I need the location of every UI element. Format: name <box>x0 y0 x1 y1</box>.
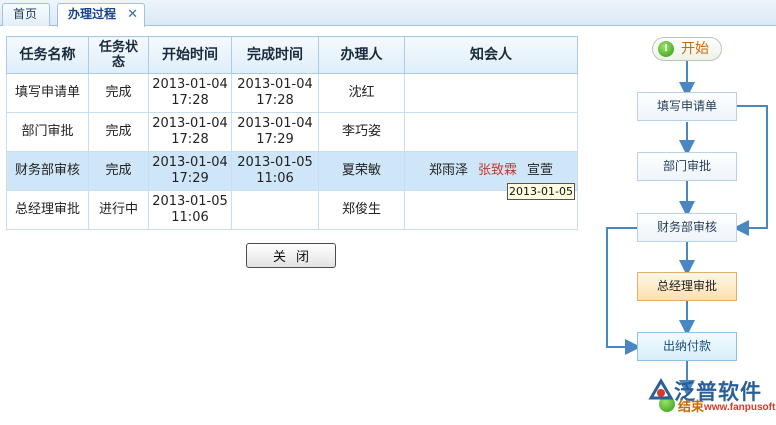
flow-node[interactable]: 部门审批 <box>637 152 737 181</box>
cell-start: 2013-01-04 17:28 <box>148 112 232 152</box>
watermark-logo: 泛普软件 结束 www.fanpusoft.com <box>644 374 776 422</box>
flow-node[interactable]: 填写申请单 <box>637 92 737 121</box>
tab-process[interactable]: 办理过程 ✕ <box>57 3 145 27</box>
cell-handler: 李巧姿 <box>318 112 405 152</box>
cc-person[interactable]: 宣萱 <box>527 163 553 178</box>
cell-task: 财务部审核 <box>6 151 89 191</box>
col-header-status: 任务状态 <box>88 36 149 74</box>
cell-start: 2013-01-05 11:06 <box>148 190 232 230</box>
tab-bar: 首页 办理过程 ✕ <box>0 0 776 27</box>
cell-cc <box>404 112 578 152</box>
cell-task: 总经理审批 <box>6 190 89 230</box>
close-button[interactable]: 关闭 <box>246 243 336 268</box>
flow-start: ! 开始 <box>652 37 722 61</box>
col-header-task: 任务名称 <box>6 36 89 74</box>
cell-handler: 沈红 <box>318 73 405 113</box>
close-icon[interactable]: ✕ <box>127 4 138 25</box>
cell-cc <box>404 73 578 113</box>
cell-status: 完成 <box>88 112 149 152</box>
tab-home-label: 首页 <box>13 7 38 21</box>
col-header-end: 完成时间 <box>231 36 319 74</box>
cell-task: 部门审批 <box>6 112 89 152</box>
table-header-row: 任务名称 任务状态 开始时间 完成时间 办理人 知会人 <box>6 36 578 74</box>
table-row[interactable]: 部门审批 完成 2013-01-04 17:28 2013-01-04 17:29 … <box>6 112 578 152</box>
cell-end <box>231 190 319 230</box>
table-row[interactable]: 填写申请单 完成 2013-01-04 17:28 2013-01-04 17:28… <box>6 73 578 113</box>
flow-node[interactable]: 出纳付款 <box>637 332 737 361</box>
col-header-start: 开始时间 <box>148 36 232 74</box>
cc-person[interactable]: 张致霖 <box>478 163 517 178</box>
tooltip: 2013-01-05 <box>507 183 575 200</box>
watermark-url: www.fanpusoft.com <box>704 402 776 413</box>
process-table: 任务名称 任务状态 开始时间 完成时间 办理人 知会人 填写申请单 完成 201… <box>6 36 578 230</box>
cell-start: 2013-01-04 17:29 <box>148 151 232 191</box>
cell-end: 2013-01-04 17:28 <box>231 73 319 113</box>
tab-process-label: 办理过程 <box>68 7 117 21</box>
cell-status: 完成 <box>88 73 149 113</box>
flow-end-label: 结束 <box>678 400 705 415</box>
cell-task: 填写申请单 <box>6 73 89 113</box>
col-header-handler: 办理人 <box>318 36 405 74</box>
cc-person[interactable]: 郑雨泽 <box>429 163 468 178</box>
flow-start-label: 开始 <box>681 41 709 57</box>
flow-node-current[interactable]: 总经理审批 <box>637 272 737 301</box>
cell-handler: 郑俊生 <box>318 190 405 230</box>
table-row[interactable]: 总经理审批 进行中 2013-01-05 11:06 郑俊生 <box>6 190 578 230</box>
cell-status: 完成 <box>88 151 149 191</box>
flowchart: ! 开始 填写申请单 部门审批 财务部审核 总经理审批 出纳付款 <box>600 30 776 425</box>
cell-handler: 夏荣敏 <box>318 151 405 191</box>
cell-end: 2013-01-04 17:29 <box>231 112 319 152</box>
col-header-cc: 知会人 <box>404 36 578 74</box>
cell-end: 2013-01-05 11:06 <box>231 151 319 191</box>
cell-start: 2013-01-04 17:28 <box>148 73 232 113</box>
flow-node[interactable]: 财务部审核 <box>637 213 737 242</box>
table-row[interactable]: 财务部审核 完成 2013-01-04 17:29 2013-01-05 11:06… <box>6 151 578 191</box>
cell-status: 进行中 <box>88 190 149 230</box>
page: 首页 办理过程 ✕ 任务名称 任务状态 开始时间 完成时间 办理人 知会人 填写… <box>0 0 776 425</box>
logo-icon <box>648 378 674 400</box>
tab-home[interactable]: 首页 <box>2 3 50 26</box>
start-icon: ! <box>658 41 674 57</box>
